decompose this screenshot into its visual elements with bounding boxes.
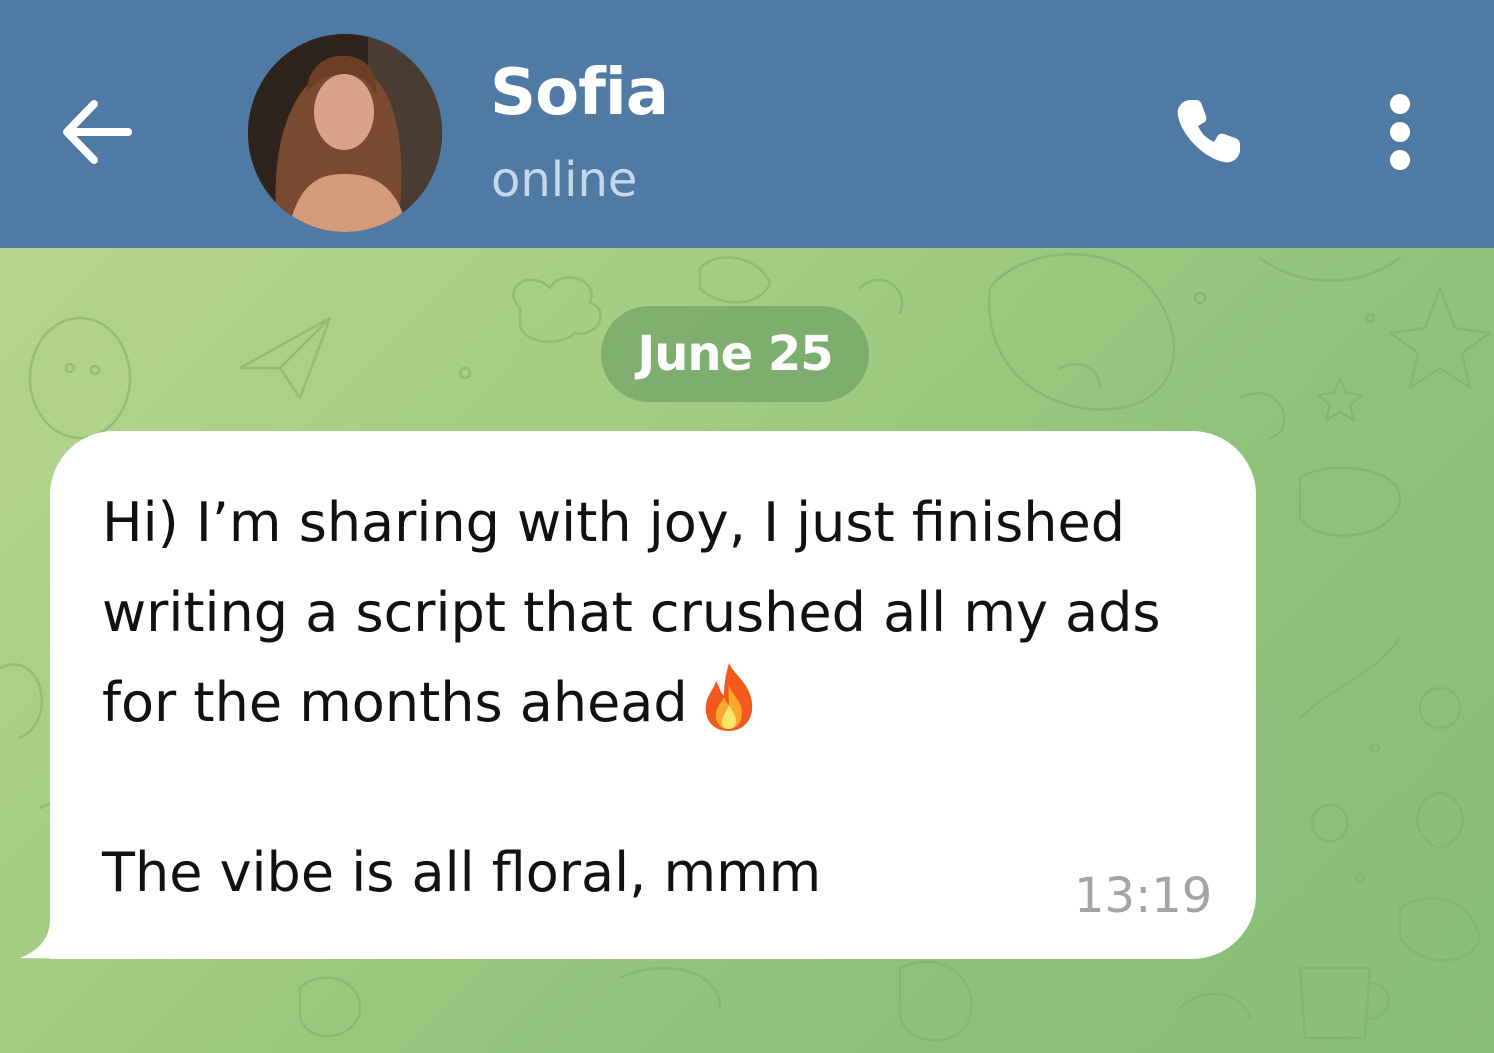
avatar[interactable]: [248, 34, 442, 232]
message-time: 13:19: [1074, 868, 1213, 924]
back-button[interactable]: [52, 88, 140, 176]
message-text: Hi) I’m sharing with joy, I just finishe…: [102, 478, 1182, 748]
message-line: The vibe is all floral, mmm: [102, 841, 822, 904]
contact-name[interactable]: Sofia: [490, 56, 669, 130]
date-separator: June 25: [601, 306, 869, 402]
message-line: for the months ahead: [102, 671, 688, 734]
message-line-with-emoji: for the months ahead: [102, 658, 1182, 748]
menu-button[interactable]: [1360, 82, 1440, 182]
message-line: writing a script that crushed all my ads: [102, 581, 1161, 644]
arrow-left-icon: [63, 100, 132, 164]
call-button[interactable]: [1158, 82, 1258, 182]
avatar-image: [248, 34, 442, 232]
contact-status: online: [491, 152, 638, 208]
more-vertical-icon: [1390, 94, 1410, 170]
phone-icon: [1177, 100, 1240, 163]
fire-emoji-icon: [705, 663, 752, 731]
message-line: Hi) I’m sharing with joy, I just finishe…: [102, 491, 1125, 554]
chat-header: Sofia online: [0, 0, 1494, 248]
chat-screen: Sofia online June 25 Hi) I’m sharing wit…: [0, 0, 1494, 1053]
date-separator-label: June 25: [637, 326, 833, 382]
